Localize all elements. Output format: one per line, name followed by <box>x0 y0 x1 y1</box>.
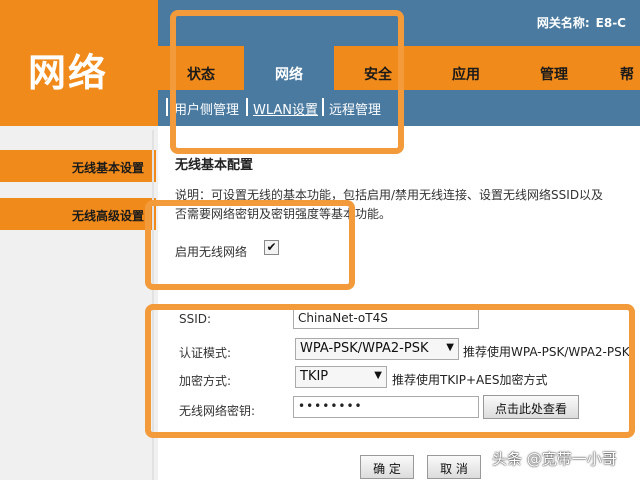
tab-status[interactable]: 状态 <box>158 46 244 90</box>
wireless-key-input[interactable]: •••••••• <box>293 396 479 418</box>
wireless-key-label: 无线网络密钥: <box>179 404 256 418</box>
gateway-label: 网关名称: <box>536 16 590 30</box>
tab-network[interactable]: 网络 <box>244 46 334 90</box>
sub-item-wlan[interactable]: WLAN设置 <box>253 99 318 118</box>
confirm-button[interactable]: 确 定 <box>360 455 414 479</box>
chevron-down-icon: ▼ <box>374 370 382 381</box>
description: 说明：可设置无线的基本功能，包括启用/禁用无线连接、设置无线网络SSID以及 否… <box>175 186 640 224</box>
section-title: 无线基本配置 <box>175 158 254 173</box>
ssid-label: SSID: <box>179 312 212 326</box>
auth-mode-select[interactable]: WPA-PSK/WPA2-PSK ▼ <box>295 338 459 360</box>
logo-block: 网络 <box>0 0 158 126</box>
encryption-value: TKIP <box>300 369 329 384</box>
chevron-down-icon: ▼ <box>446 342 454 353</box>
watermark: 头条 @宽带一小哥 <box>492 450 617 468</box>
logo-text: 网络 <box>28 51 109 95</box>
content-divider <box>152 130 154 480</box>
sub-item-remote[interactable]: 远程管理 <box>329 99 381 118</box>
description-line: 否需要网络密钥及密钥强度等基本功能。 <box>175 207 392 221</box>
auth-mode-value: WPA-PSK/WPA2-PSK <box>300 341 429 356</box>
gateway-name: 网关名称: E8-C <box>537 14 626 31</box>
tab-management[interactable]: 管理 <box>510 46 598 90</box>
tab-security[interactable]: 安全 <box>334 46 422 90</box>
encryption-label: 加密方式: <box>179 374 232 388</box>
sub-separator <box>246 98 248 116</box>
cancel-button[interactable]: 取 消 <box>427 455 481 479</box>
tab-help[interactable]: 帮 <box>620 46 640 90</box>
ssid-input[interactable]: ChinaNet-oT4S <box>293 309 479 329</box>
sidebar-item-wireless-advanced[interactable]: 无线高级设置 <box>0 198 156 230</box>
sub-item-user-side[interactable]: 用户侧管理 <box>174 99 239 118</box>
auth-mode-label: 认证模式: <box>179 346 232 360</box>
sub-separator <box>322 98 324 116</box>
sub-nav: 用户侧管理 WLAN设置 远程管理 <box>158 90 640 126</box>
sub-separator <box>166 98 168 116</box>
description-line: 说明：可设置无线的基本功能，包括启用/禁用无线连接、设置无线网络SSID以及 <box>175 188 604 202</box>
enable-wireless-checkbox[interactable]: ✔ <box>264 240 279 255</box>
sidebar-item-wireless-basic[interactable]: 无线基本设置 <box>0 150 156 182</box>
encryption-hint: 推荐使用TKIP+AES加密方式 <box>392 373 548 387</box>
tab-application[interactable]: 应用 <box>422 46 510 90</box>
main-nav: 状态 网络 安全 应用 管理 帮 <box>158 46 640 90</box>
top-bar: 网关名称: E8-C <box>158 0 640 46</box>
enable-wireless-label: 启用无线网络 <box>175 245 248 259</box>
show-key-button[interactable]: 点击此处查看 <box>483 395 579 419</box>
gateway-value: E8-C <box>595 16 626 30</box>
auth-mode-hint: 推荐使用WPA-PSK/WPA2-PSK <box>463 345 630 359</box>
encryption-select[interactable]: TKIP ▼ <box>295 366 387 388</box>
